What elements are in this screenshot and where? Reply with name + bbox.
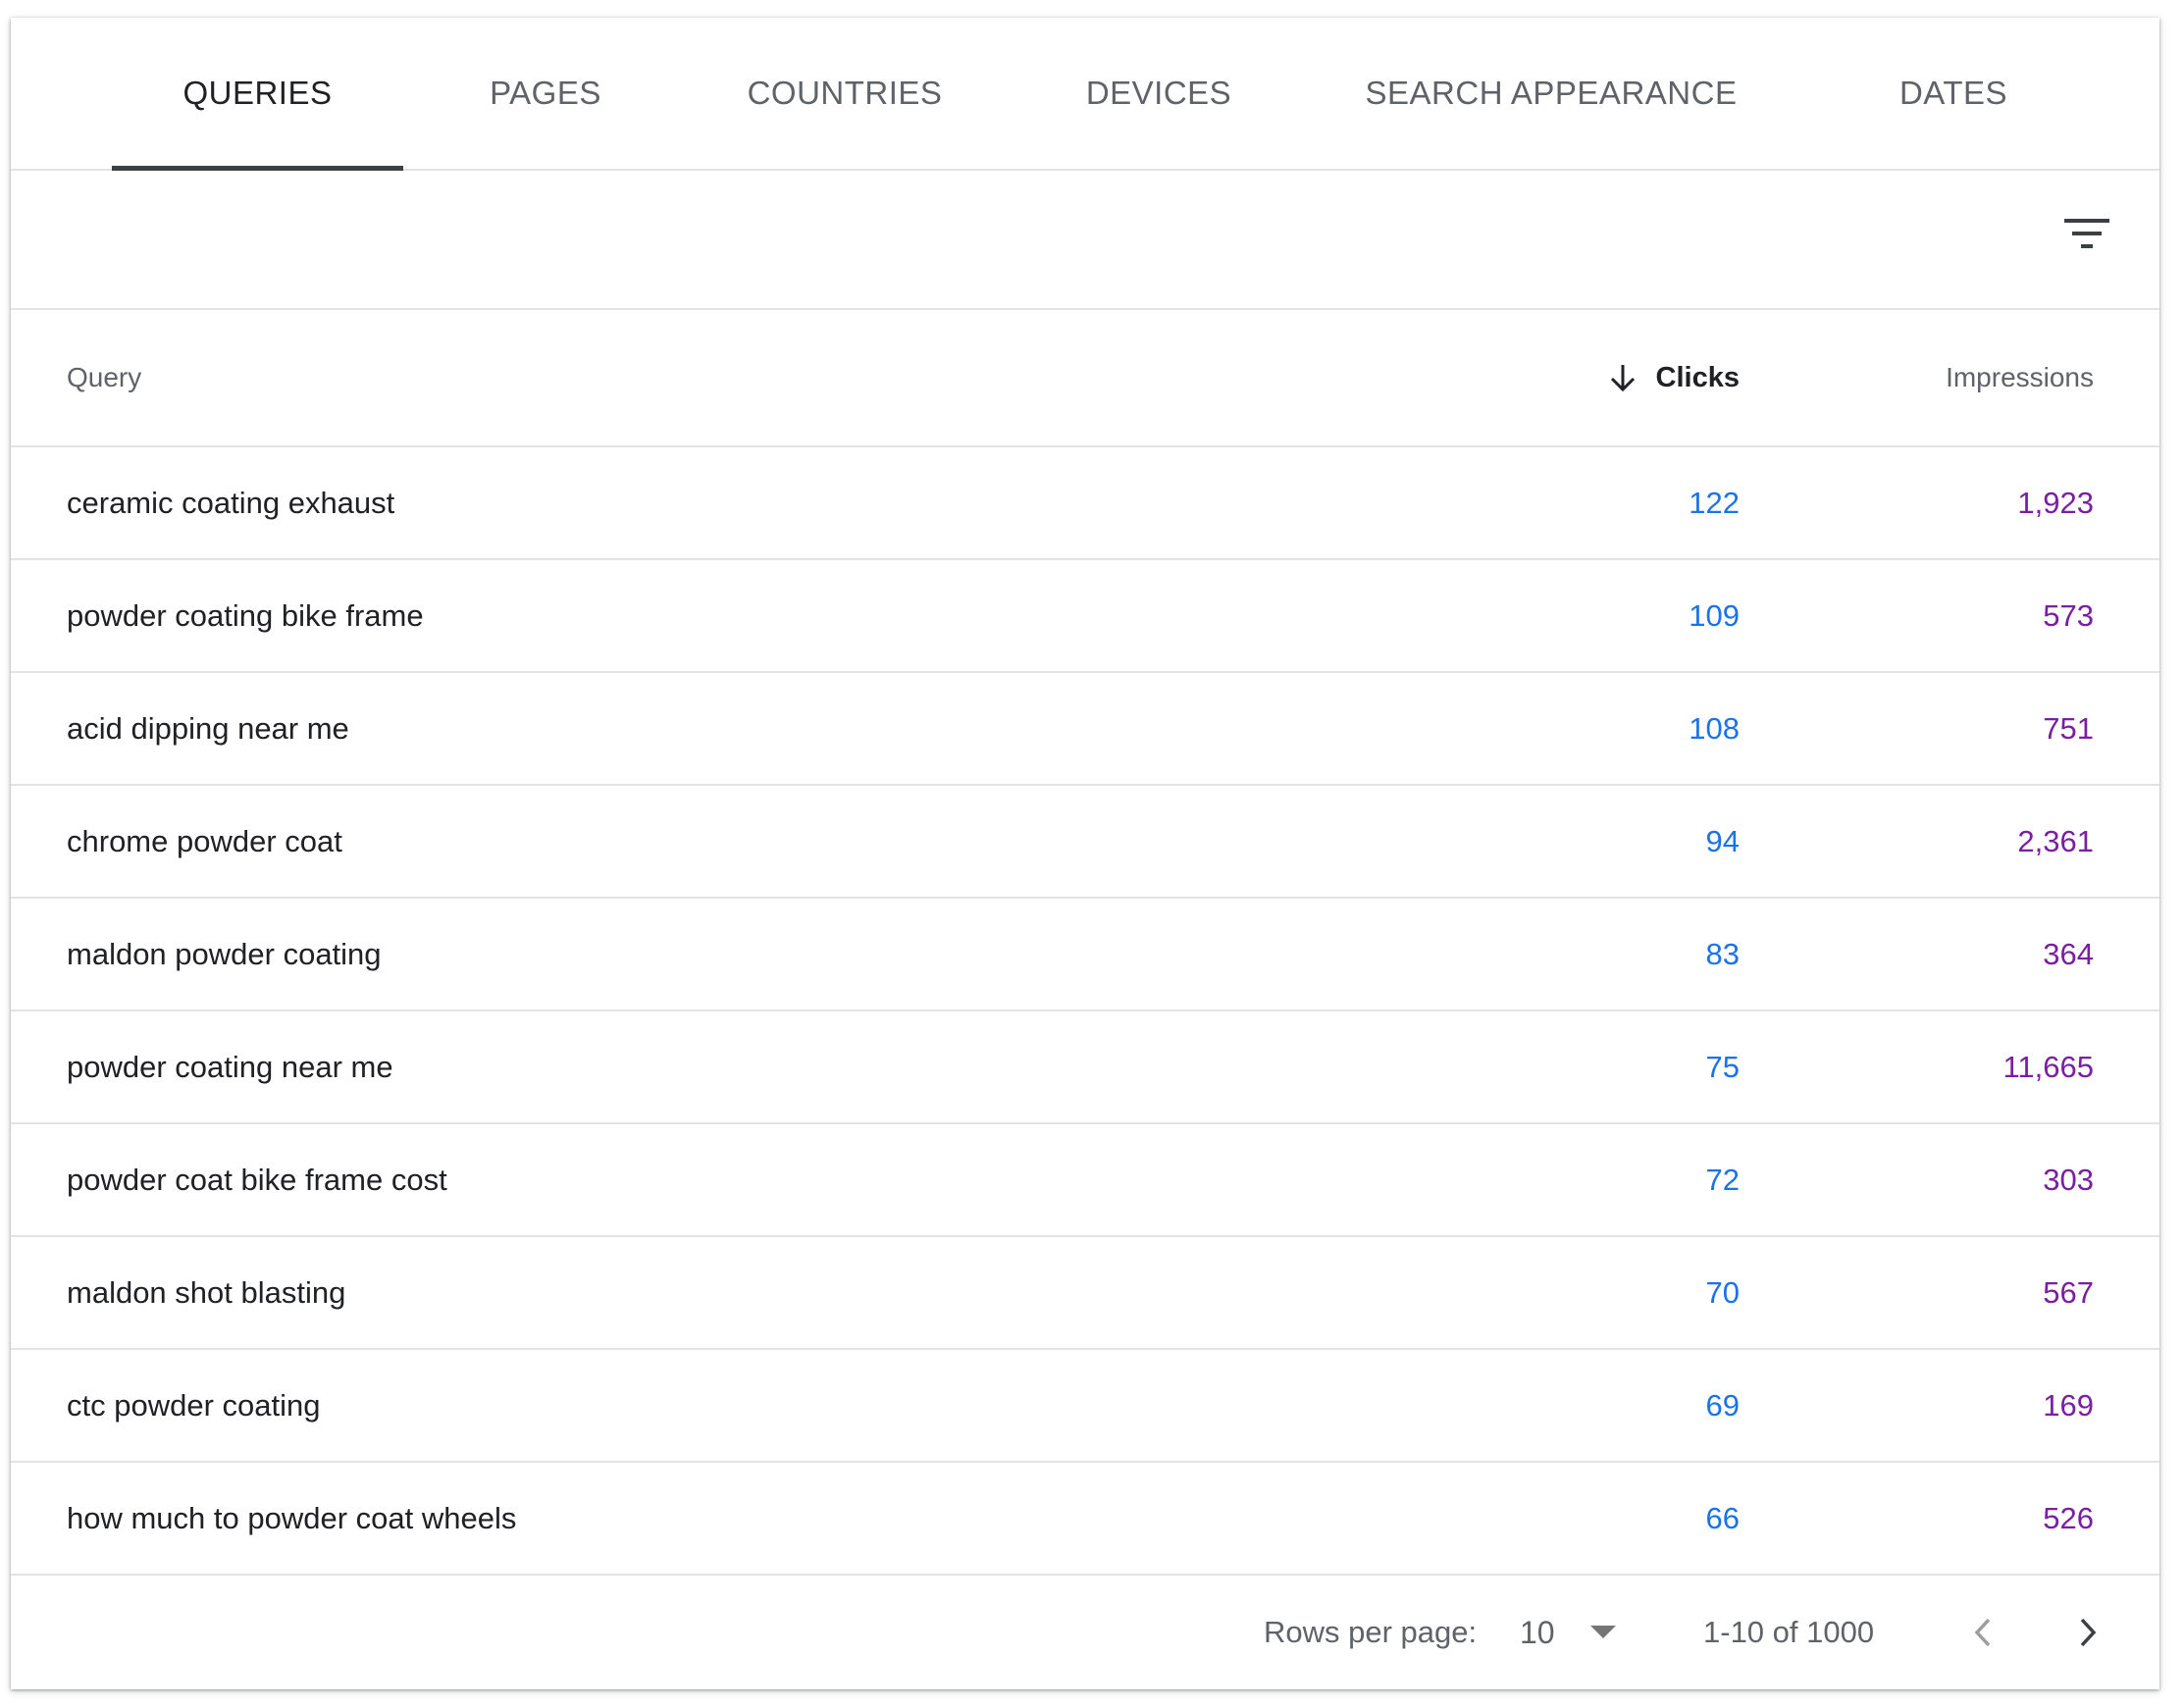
arrow-down-icon bbox=[1609, 363, 1637, 392]
clicks-cell: 94 bbox=[1705, 823, 1740, 858]
query-cell: ctc powder coating bbox=[67, 1387, 321, 1423]
query-cell: powder coating bike frame bbox=[67, 597, 424, 633]
table-row[interactable]: powder coat bike frame cost 72 303 bbox=[11, 1124, 2159, 1237]
impressions-cell: 751 bbox=[2043, 710, 2094, 746]
table-row[interactable]: chrome powder coat 94 2,361 bbox=[11, 786, 2159, 899]
impressions-cell: 567 bbox=[2043, 1274, 2094, 1310]
table-row[interactable]: powder coating bike frame 109 573 bbox=[11, 560, 2159, 673]
table-row[interactable]: how much to powder coat wheels 66 526 bbox=[11, 1463, 2159, 1576]
tab-queries-label: QUERIES bbox=[182, 75, 333, 111]
rows-per-page-select[interactable]: 10 bbox=[1520, 1604, 1638, 1661]
clicks-cell: 109 bbox=[1689, 597, 1740, 633]
query-cell: how much to powder coat wheels bbox=[67, 1500, 517, 1535]
impressions-cell: 303 bbox=[2043, 1162, 2094, 1197]
dropdown-caret-icon bbox=[1589, 1626, 1616, 1639]
clicks-cell: 108 bbox=[1689, 710, 1740, 746]
tab-devices[interactable]: DEVICES bbox=[1041, 18, 1276, 169]
table-row[interactable]: acid dipping near me 108 751 bbox=[11, 673, 2159, 786]
table-header-row: Query Clicks Impressions bbox=[11, 310, 2159, 447]
next-page-button[interactable] bbox=[2056, 1601, 2119, 1664]
impressions-cell: 573 bbox=[2043, 597, 2094, 633]
query-cell: ceramic coating exhaust bbox=[67, 485, 395, 520]
query-cell: powder coating near me bbox=[67, 1049, 393, 1084]
clicks-cell: 122 bbox=[1689, 485, 1740, 520]
impressions-cell: 526 bbox=[2043, 1500, 2094, 1535]
table-row[interactable]: ceramic coating exhaust 122 1,923 bbox=[11, 447, 2159, 560]
table-body: ceramic coating exhaust 122 1,923 powder… bbox=[11, 447, 2159, 1576]
clicks-cell: 72 bbox=[1705, 1162, 1740, 1197]
tab-search-appearance-label: SEARCH APPEARANCE bbox=[1365, 75, 1738, 111]
clicks-cell: 69 bbox=[1705, 1387, 1740, 1423]
query-cell: chrome powder coat bbox=[67, 823, 342, 858]
tab-pages-label: PAGES bbox=[490, 75, 601, 111]
previous-page-button[interactable] bbox=[1951, 1601, 2014, 1664]
table-row[interactable]: powder coating near me 75 11,665 bbox=[11, 1011, 2159, 1124]
query-cell: maldon shot blasting bbox=[67, 1274, 346, 1310]
tab-devices-label: DEVICES bbox=[1085, 75, 1232, 111]
pagination-range: 1-10 of 1000 bbox=[1703, 1614, 1875, 1649]
chevron-left-icon bbox=[1974, 1618, 1991, 1647]
tab-pages[interactable]: PAGES bbox=[442, 18, 649, 169]
tab-queries[interactable]: QUERIES bbox=[112, 18, 403, 171]
performance-table-card: QUERIES PAGES COUNTRIES DEVICES SEARCH A… bbox=[11, 18, 2159, 1689]
table-pagination: Rows per page: 10 1-10 of 1000 bbox=[11, 1575, 2159, 1689]
table-row[interactable]: maldon powder coating 83 364 bbox=[11, 899, 2159, 1011]
impressions-cell: 1,923 bbox=[2017, 485, 2094, 520]
clicks-cell: 70 bbox=[1705, 1274, 1740, 1310]
filter-list-icon bbox=[2064, 219, 2109, 248]
clicks-cell: 75 bbox=[1705, 1049, 1740, 1084]
tab-countries-label: COUNTRIES bbox=[747, 75, 943, 111]
query-cell: acid dipping near me bbox=[67, 710, 349, 746]
clicks-cell: 83 bbox=[1705, 936, 1740, 971]
impressions-cell: 2,361 bbox=[2017, 823, 2094, 858]
chevron-right-icon bbox=[2080, 1618, 2097, 1647]
impressions-cell: 11,665 bbox=[2002, 1049, 2094, 1084]
clicks-cell: 66 bbox=[1705, 1500, 1740, 1535]
rows-per-page-value: 10 bbox=[1520, 1614, 1555, 1650]
column-header-clicks[interactable]: Clicks bbox=[1609, 310, 1740, 445]
table-row[interactable]: ctc powder coating 69 169 bbox=[11, 1350, 2159, 1463]
column-header-query[interactable]: Query bbox=[67, 310, 141, 445]
impressions-cell: 169 bbox=[2043, 1387, 2094, 1423]
table-toolbar bbox=[11, 171, 2159, 310]
filter-button[interactable] bbox=[2054, 200, 2120, 267]
impressions-cell: 364 bbox=[2043, 936, 2094, 971]
tab-search-appearance[interactable]: SEARCH APPEARANCE bbox=[1345, 18, 1757, 169]
column-header-clicks-label: Clicks bbox=[1655, 361, 1740, 393]
query-cell: maldon powder coating bbox=[67, 936, 382, 971]
table-row[interactable]: maldon shot blasting 70 567 bbox=[11, 1237, 2159, 1350]
column-header-impressions[interactable]: Impressions bbox=[1946, 310, 2094, 445]
tab-dates-label: DATES bbox=[1898, 75, 2008, 111]
dimension-tabs: QUERIES PAGES COUNTRIES DEVICES SEARCH A… bbox=[11, 18, 2159, 171]
rows-per-page-label: Rows per page: bbox=[1264, 1614, 1478, 1649]
tab-countries[interactable]: COUNTRIES bbox=[717, 18, 972, 169]
query-cell: powder coat bike frame cost bbox=[67, 1162, 447, 1197]
tab-dates[interactable]: DATES bbox=[1846, 18, 2061, 169]
